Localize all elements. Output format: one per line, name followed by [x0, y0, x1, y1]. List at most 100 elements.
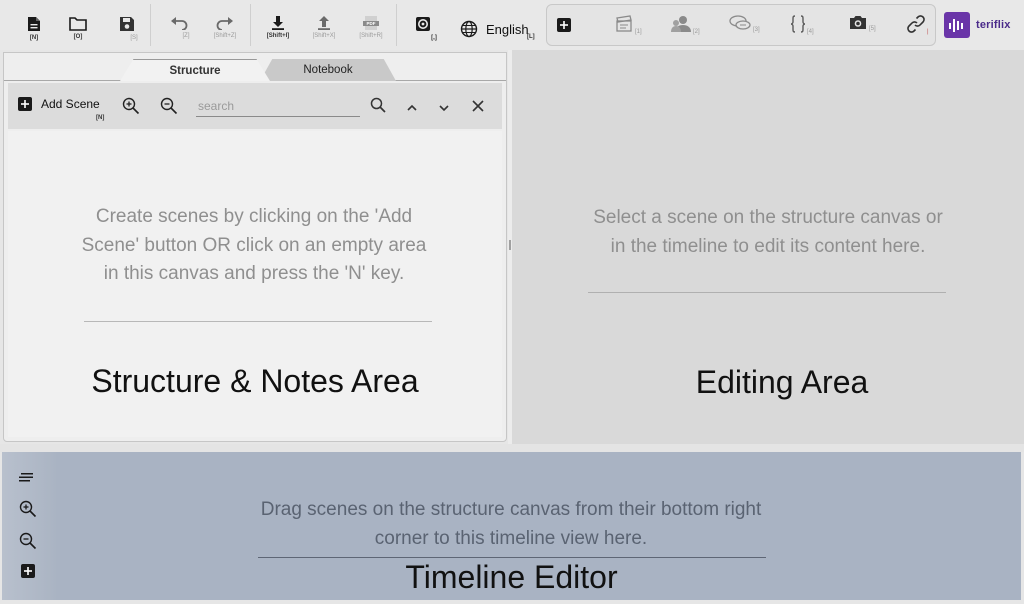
- export-button[interactable]: [Shift+X]: [306, 0, 342, 50]
- timeline-caption: Timeline Editor: [405, 559, 618, 595]
- camera-icon: [850, 16, 866, 29]
- splitter-grip-handle[interactable]: [509, 240, 511, 250]
- photo-button[interactable]: [5]: [849, 15, 876, 32]
- structure-hint-divider: [84, 321, 432, 322]
- save-button[interactable]: [S]: [114, 0, 140, 50]
- brand-name: teriflix: [976, 19, 1011, 31]
- characters-icon: [671, 16, 691, 32]
- upload-icon: [318, 16, 330, 30]
- zoom-out-button[interactable]: [160, 97, 178, 120]
- link-icon: [907, 15, 925, 33]
- script-element-button[interactable]: [4]: [791, 15, 814, 35]
- pdf-badge-text: PDF: [367, 21, 376, 26]
- new-file-icon: [28, 17, 40, 31]
- brand[interactable]: teriflix: [944, 12, 1011, 38]
- zoom-out-icon: [160, 97, 178, 115]
- add-scene-button[interactable]: Add Scene: [18, 97, 100, 111]
- editing-hint-divider: [588, 292, 946, 293]
- redo-button[interactable]: [Shift+Z]: [206, 0, 244, 50]
- folder-icon: [69, 17, 87, 31]
- dialogue-button[interactable]: [3]: [729, 15, 760, 33]
- add-scene-shortcut: [N]: [96, 115, 105, 121]
- settings-shortcut: [,]: [431, 35, 437, 41]
- download-icon: [272, 16, 284, 30]
- settings-gear-icon: [416, 17, 430, 31]
- timeline-zoom-out-button[interactable]: [19, 532, 37, 555]
- search-icon: [370, 97, 386, 113]
- braces-icon: [791, 15, 805, 33]
- tab-notebook[interactable]: Notebook: [260, 59, 396, 81]
- structure-hint-text: Create scenes by clicking on the 'Add Sc…: [81, 206, 427, 284]
- characters-shortcut: [2]: [693, 29, 700, 35]
- characters-button[interactable]: [2]: [671, 15, 700, 35]
- open-file-button[interactable]: [O]: [66, 0, 90, 50]
- zoom-out-icon: [19, 532, 37, 550]
- zoom-in-button[interactable]: [122, 97, 140, 120]
- undo-icon: [171, 17, 188, 30]
- camera-shortcut: [5]: [869, 26, 876, 32]
- new-file-button[interactable]: [N]: [22, 0, 46, 50]
- zoom-in-icon: [122, 97, 140, 115]
- undo-button[interactable]: [Z]: [162, 0, 196, 50]
- timeline-editor[interactable]: Drag scenes on the structure canvas from…: [2, 452, 1021, 600]
- menu-lines-icon: [19, 473, 33, 482]
- structure-canvas[interactable]: Create scenes by clicking on the 'Add Sc…: [8, 131, 502, 437]
- zoom-in-icon: [19, 500, 37, 518]
- toolbar-separator: [150, 4, 151, 46]
- add-element-button[interactable]: [557, 18, 571, 32]
- editing-area[interactable]: Select a scene on the structure canvas o…: [512, 50, 1024, 444]
- pdf-report-button[interactable]: PDF [Shift+R]: [353, 0, 389, 50]
- timeline-hint-text: Drag scenes on the structure canvas from…: [260, 499, 762, 549]
- redo-icon: [216, 17, 233, 30]
- pdf-icon: PDF: [363, 16, 379, 30]
- language-label: English: [486, 21, 529, 37]
- search-next-button[interactable]: [438, 100, 450, 118]
- brand-logo-icon: [944, 12, 970, 38]
- open-file-shortcut: [O]: [73, 34, 83, 40]
- braces-shortcut: [4]: [807, 29, 814, 35]
- link-button[interactable]: |: [907, 15, 929, 35]
- structure-toolbar: Add Scene [N]: [8, 83, 502, 129]
- structure-panel: Notebook Structure Add Scene [N] Cre: [3, 52, 507, 442]
- globe-icon: [460, 20, 478, 38]
- timeline-hint-divider: [258, 557, 766, 558]
- scene-elements-group: [1] [2] [3] [4] [5] |: [546, 4, 936, 46]
- import-button[interactable]: [Shift+I]: [260, 0, 296, 50]
- search-previous-button[interactable]: [406, 100, 418, 118]
- horizontal-splitter[interactable]: [0, 444, 1024, 452]
- clapperboard-icon: [616, 15, 632, 32]
- structure-tab-bar: Notebook Structure: [4, 53, 506, 81]
- undo-shortcut: [Z]: [182, 33, 190, 39]
- import-shortcut: [Shift+I]: [266, 33, 290, 39]
- save-disk-icon: [120, 17, 134, 31]
- save-shortcut: [S]: [130, 35, 138, 41]
- language-shortcut: [L]: [527, 34, 535, 40]
- toolbar-separator: [250, 4, 251, 46]
- chevron-up-icon: [407, 104, 417, 111]
- add-square-icon: [18, 97, 32, 111]
- dialogue-shortcut: [3]: [753, 27, 760, 33]
- settings-button[interactable]: [,]: [410, 0, 437, 50]
- timeline-zoom-in-button[interactable]: [19, 500, 37, 523]
- dialogue-icon: [729, 15, 751, 30]
- chevron-down-icon: [439, 105, 449, 112]
- clear-search-button[interactable]: [472, 99, 484, 117]
- tab-structure[interactable]: Structure: [120, 59, 270, 81]
- search-input[interactable]: [196, 95, 360, 117]
- language-button[interactable]: English: [460, 12, 529, 46]
- scene-heading-shortcut: [1]: [635, 29, 642, 35]
- add-square-icon: [557, 18, 571, 32]
- redo-shortcut: [Shift+Z]: [213, 33, 237, 39]
- add-scene-label: Add Scene: [41, 97, 100, 111]
- timeline-menu-button[interactable]: [19, 470, 35, 488]
- close-icon: [472, 100, 484, 112]
- editing-hint-text: Select a scene on the structure canvas o…: [593, 207, 943, 257]
- export-shortcut: [Shift+X]: [312, 33, 336, 39]
- editing-area-caption: Editing Area: [695, 364, 869, 400]
- search-button[interactable]: [370, 97, 386, 118]
- pdf-shortcut: [Shift+R]: [359, 33, 383, 39]
- new-file-shortcut: [N]: [29, 35, 39, 41]
- scene-heading-button[interactable]: [1]: [615, 15, 642, 35]
- main-toolbar: [N] [O] [S] [Z] [Shift+Z] [Shift+I] [Shi…: [0, 0, 1024, 50]
- structure-area-caption: Structure & Notes Area: [91, 363, 419, 399]
